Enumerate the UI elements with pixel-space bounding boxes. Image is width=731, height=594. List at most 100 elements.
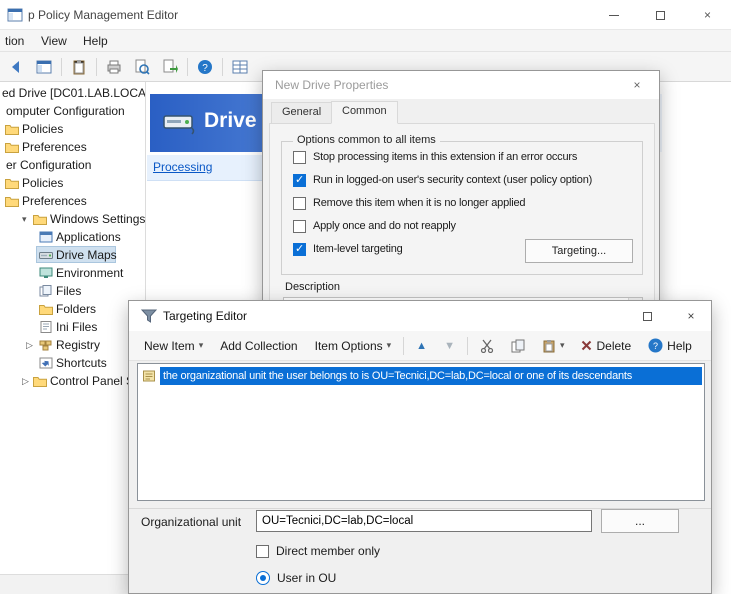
move-down-button[interactable]: ▼ bbox=[439, 337, 460, 355]
tree-item-preferences-user[interactable]: Preferences bbox=[0, 192, 146, 210]
tree-item-label: Environment bbox=[56, 264, 123, 282]
help-button[interactable]: ? Help bbox=[643, 335, 697, 356]
export-list-icon[interactable] bbox=[159, 56, 181, 78]
tab-common[interactable]: Common bbox=[331, 101, 398, 124]
tree-scrollbar-area[interactable] bbox=[0, 574, 128, 594]
checkbox-checked-icon[interactable] bbox=[293, 174, 306, 187]
tree-item-control-panel-settings[interactable]: ▷ Control Panel Sett bbox=[0, 372, 146, 390]
targeting-toolbar: New Item ▾ Add Collection Item Options ▾… bbox=[129, 331, 712, 361]
console-tree-icon[interactable] bbox=[33, 56, 55, 78]
description-label: Description bbox=[285, 281, 340, 293]
help-icon[interactable]: ? bbox=[194, 56, 216, 78]
folder-icon bbox=[5, 141, 19, 153]
svg-text:?: ? bbox=[653, 341, 658, 351]
tree-item-shortcuts[interactable]: Shortcuts bbox=[0, 354, 146, 372]
new-item-button[interactable]: New Item ▾ bbox=[139, 336, 208, 356]
tree-item-label: Files bbox=[56, 282, 81, 300]
checkbox-label: Run in logged-on user's security context… bbox=[313, 174, 592, 186]
tree-item-environment[interactable]: Environment bbox=[0, 264, 146, 282]
chevron-collapsed-icon[interactable]: ▷ bbox=[26, 336, 33, 354]
targeting-button[interactable]: Targeting... bbox=[525, 239, 633, 263]
cut-button[interactable] bbox=[475, 336, 499, 356]
close-icon[interactable]: × bbox=[669, 301, 712, 331]
browse-button[interactable]: ... bbox=[601, 509, 679, 533]
add-collection-button[interactable]: Add Collection bbox=[215, 336, 302, 356]
remove-item-checkbox-row[interactable]: Remove this item when it is no longer ap… bbox=[293, 195, 633, 211]
environment-icon bbox=[39, 267, 53, 279]
organizational-unit-input[interactable] bbox=[256, 510, 592, 532]
tab-general[interactable]: General bbox=[271, 102, 332, 124]
tree-item-folders[interactable]: Folders bbox=[0, 300, 146, 318]
tree-item-applications[interactable]: Applications bbox=[0, 228, 146, 246]
processing-link[interactable]: Processing bbox=[153, 160, 212, 174]
user-in-ou-row[interactable]: User in OU bbox=[256, 571, 336, 585]
screen: p Policy Management Editor × tion View H… bbox=[0, 0, 731, 594]
tree-item-label: Registry bbox=[56, 336, 100, 354]
maximize-button[interactable] bbox=[637, 0, 684, 30]
options-group-label: Options common to all items bbox=[293, 134, 440, 146]
checkbox-unchecked-icon[interactable] bbox=[293, 220, 306, 233]
checkbox-unchecked-icon[interactable] bbox=[256, 545, 269, 558]
minimize-button[interactable] bbox=[590, 0, 637, 30]
delete-x-icon bbox=[581, 340, 592, 351]
tree-item-label: er Configuration bbox=[6, 156, 91, 174]
tree-item-registry[interactable]: ▷ Registry bbox=[0, 336, 146, 354]
files-icon bbox=[39, 285, 53, 297]
checkbox-checked-icon[interactable] bbox=[293, 243, 306, 256]
item-options-button[interactable]: Item Options ▾ bbox=[310, 336, 397, 356]
organizational-unit-icon bbox=[142, 369, 156, 383]
delete-label: Delete bbox=[596, 339, 631, 353]
tree-item-policies-user[interactable]: Policies bbox=[0, 174, 146, 192]
printer-icon[interactable] bbox=[103, 56, 125, 78]
apply-once-checkbox-row[interactable]: Apply once and do not reapply bbox=[293, 218, 633, 234]
tree-item-preferences-computer[interactable]: Preferences bbox=[0, 138, 146, 156]
tree-item-files[interactable]: Files bbox=[0, 282, 146, 300]
menu-action[interactable]: tion bbox=[0, 33, 29, 49]
main-titlebar: p Policy Management Editor × bbox=[0, 0, 731, 30]
tree-item-computer-configuration[interactable]: omputer Configuration bbox=[0, 102, 146, 120]
checkbox-unchecked-icon[interactable] bbox=[293, 151, 306, 164]
tree-item-windows-settings[interactable]: ▾ Windows Settings bbox=[0, 210, 146, 228]
item-level-targeting-checkbox-row[interactable]: Item-level targeting bbox=[293, 241, 513, 257]
folder-icon bbox=[5, 195, 19, 207]
clipboard-icon[interactable] bbox=[68, 56, 90, 78]
tree-item-label: Policies bbox=[22, 120, 63, 138]
chevron-expanded-icon[interactable]: ▾ bbox=[22, 210, 27, 228]
menu-bar: tion View Help bbox=[0, 30, 731, 52]
tree-item-drive-maps[interactable]: Drive Maps bbox=[0, 246, 146, 264]
organizational-unit-label: Organizational unit bbox=[141, 515, 241, 529]
targeting-rules-list[interactable]: the organizational unit the user belongs… bbox=[137, 363, 705, 501]
tree-item-policies-computer[interactable]: Policies bbox=[0, 120, 146, 138]
mmc-app-icon bbox=[7, 7, 23, 23]
chevron-collapsed-icon[interactable]: ▷ bbox=[22, 372, 29, 390]
close-button[interactable]: × bbox=[684, 0, 731, 30]
menu-view[interactable]: View bbox=[36, 33, 72, 49]
menu-help[interactable]: Help bbox=[78, 33, 113, 49]
tree-item-user-configuration[interactable]: er Configuration bbox=[0, 156, 146, 174]
list-grid-icon[interactable] bbox=[229, 56, 251, 78]
tree-item-mapped-drive[interactable]: ed Drive [DC01.LAB.LOCA bbox=[0, 84, 146, 102]
ini-files-icon bbox=[39, 321, 53, 333]
item-options-label: Item Options bbox=[315, 339, 383, 353]
checkbox-unchecked-icon[interactable] bbox=[293, 197, 306, 210]
checkbox-label: Item-level targeting bbox=[313, 243, 403, 255]
run-in-user-context-checkbox-row[interactable]: Run in logged-on user's security context… bbox=[293, 172, 633, 188]
targeting-dialog-title: Targeting Editor bbox=[163, 309, 247, 323]
search-doc-icon[interactable] bbox=[131, 56, 153, 78]
direct-member-only-row[interactable]: Direct member only bbox=[256, 544, 380, 558]
targeting-titlebar: Targeting Editor × bbox=[129, 301, 711, 331]
stop-processing-checkbox-row[interactable]: Stop processing items in this extension … bbox=[293, 149, 633, 165]
maximize-button[interactable] bbox=[625, 301, 669, 331]
radio-selected-icon[interactable] bbox=[256, 571, 270, 585]
paste-button[interactable]: ▾ bbox=[537, 336, 570, 356]
move-up-button[interactable]: ▲ bbox=[411, 337, 432, 355]
delete-button[interactable]: Delete bbox=[576, 336, 636, 356]
window-title: p Policy Management Editor bbox=[28, 8, 178, 22]
back-icon[interactable] bbox=[5, 56, 27, 78]
chevron-down-icon: ▾ bbox=[387, 340, 392, 351]
help-label: Help bbox=[667, 339, 692, 353]
close-icon[interactable]: × bbox=[615, 71, 659, 99]
targeting-rule-row[interactable]: the organizational unit the user belongs… bbox=[140, 367, 702, 386]
tree-item-ini-files[interactable]: Ini Files bbox=[0, 318, 146, 336]
copy-button[interactable] bbox=[506, 336, 530, 356]
